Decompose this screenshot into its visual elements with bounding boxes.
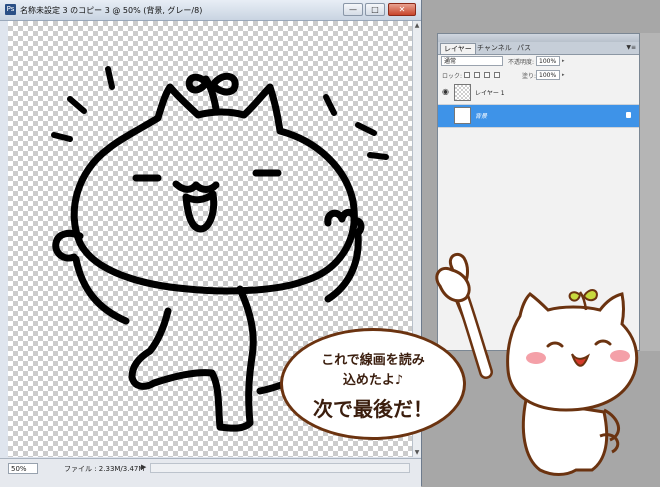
opacity-field[interactable]: 100% (536, 56, 560, 66)
speech-line-2: 込めたよ♪ (342, 373, 404, 388)
speech-line-3: 次で最後だ！ (313, 397, 433, 421)
panel-header-bar[interactable] (438, 34, 639, 42)
speech-bubble: これで線画を読み 込めたよ♪ 次で最後だ！ (280, 328, 466, 440)
panel-dock-strip (640, 33, 660, 351)
scroll-down-icon[interactable]: ▼ (413, 448, 421, 457)
panel-tab-bar: レイヤー チャンネル パス ▼≡ (438, 42, 639, 55)
lock-label: ロック: (442, 73, 463, 80)
layer-name: レイヤー 1 (475, 90, 505, 97)
document-titlebar[interactable]: Ps 名称未設定 3 のコピー 3 @ 50% (背景, グレー/8) — □ … (0, 0, 421, 21)
opacity-dropdown-icon[interactable]: ▸ (562, 56, 569, 66)
opacity-label: 不透明度: (508, 59, 535, 66)
layers-panel[interactable]: レイヤー チャンネル パス ▼≡ 通常 不透明度: 100% ▸ ロック: 塗り… (437, 33, 640, 351)
tab-layers[interactable]: レイヤー (440, 43, 476, 54)
layer-row-background[interactable]: 背景 (438, 105, 639, 128)
visibility-toggle-box[interactable] (441, 110, 451, 120)
tab-paths[interactable]: パス (514, 43, 534, 54)
fill-field[interactable]: 100% (536, 70, 560, 80)
document-title: 名称未設定 3 のコピー 3 @ 50% (背景, グレー/8) (20, 6, 203, 15)
fill-dropdown-icon[interactable]: ▸ (562, 70, 569, 80)
minimize-button[interactable]: — (343, 3, 363, 16)
lock-icon (626, 112, 631, 118)
horizontal-scrollbar[interactable] (150, 463, 410, 473)
layer-thumbnail (454, 84, 471, 101)
lock-position-icon[interactable] (484, 72, 490, 78)
lock-image-icon[interactable] (474, 72, 480, 78)
file-size-info: ファイル : 2.33M/3.47M (64, 465, 145, 473)
close-button[interactable]: ✕ (388, 3, 416, 16)
layer-row-layer1[interactable]: ◉ レイヤー 1 (438, 82, 639, 105)
lock-transparency-icon[interactable] (464, 72, 470, 78)
maximize-button[interactable]: □ (365, 3, 385, 16)
status-menu-arrow-icon[interactable]: ▶ (141, 463, 146, 471)
eye-icon[interactable]: ◉ (442, 87, 449, 96)
blend-opacity-row: 通常 不透明度: 100% ▸ (438, 55, 639, 68)
speech-line-1: これで線画を読み (321, 353, 425, 368)
tab-channels[interactable]: チャンネル (474, 43, 515, 54)
status-bar: 50% ファイル : 2.33M/3.47M ▶ (0, 458, 421, 487)
zoom-level-field[interactable]: 50% (8, 463, 38, 474)
scroll-up-icon[interactable]: ▲ (413, 21, 421, 30)
layer-name: 背景 (475, 113, 488, 120)
layer-thumbnail (454, 107, 471, 124)
fill-label: 塗り: (522, 73, 537, 80)
lock-fill-row: ロック: 塗り: 100% ▸ (438, 69, 639, 82)
panel-menu-icon[interactable]: ▼≡ (626, 44, 636, 51)
blend-mode-select[interactable]: 通常 (441, 56, 503, 66)
lock-all-icon[interactable] (494, 72, 500, 78)
photoshop-icon: Ps (5, 4, 16, 15)
